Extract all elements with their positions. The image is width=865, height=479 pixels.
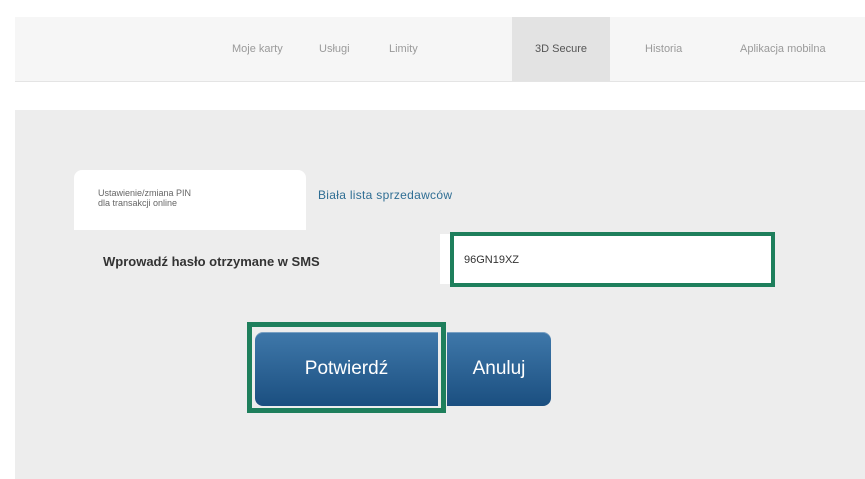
nav-item-aplikacja-mobilna[interactable]: Aplikacja mobilna: [740, 17, 826, 81]
input-edge: [440, 234, 450, 284]
subtab-pin-line1: Ustawienie/zmiana PIN: [98, 188, 192, 198]
content-panel: [15, 110, 865, 479]
confirm-button[interactable]: Potwierdź: [255, 332, 438, 406]
nav-item-historia[interactable]: Historia: [645, 17, 682, 81]
sms-code-input[interactable]: [450, 232, 775, 287]
sms-code-label: Wprowadź hasło otrzymane w SMS: [103, 254, 320, 269]
subtab-pin-change-label: Ustawienie/zmiana PIN dla transakcji onl…: [98, 188, 288, 208]
nav-item-uslugi[interactable]: Usługi: [319, 17, 350, 81]
top-navigation: Moje karty Usługi Limity 3D Secure Histo…: [15, 17, 865, 82]
nav-item-limity[interactable]: Limity: [389, 17, 418, 81]
cancel-button[interactable]: Anuluj: [447, 332, 551, 406]
subtab-merchant-whitelist[interactable]: Biała lista sprzedawców: [318, 188, 452, 202]
nav-item-3d-secure[interactable]: 3D Secure: [512, 17, 610, 81]
subtab-pin-line2: dla transakcji online: [98, 198, 178, 208]
nav-item-moje-karty[interactable]: Moje karty: [232, 17, 283, 81]
